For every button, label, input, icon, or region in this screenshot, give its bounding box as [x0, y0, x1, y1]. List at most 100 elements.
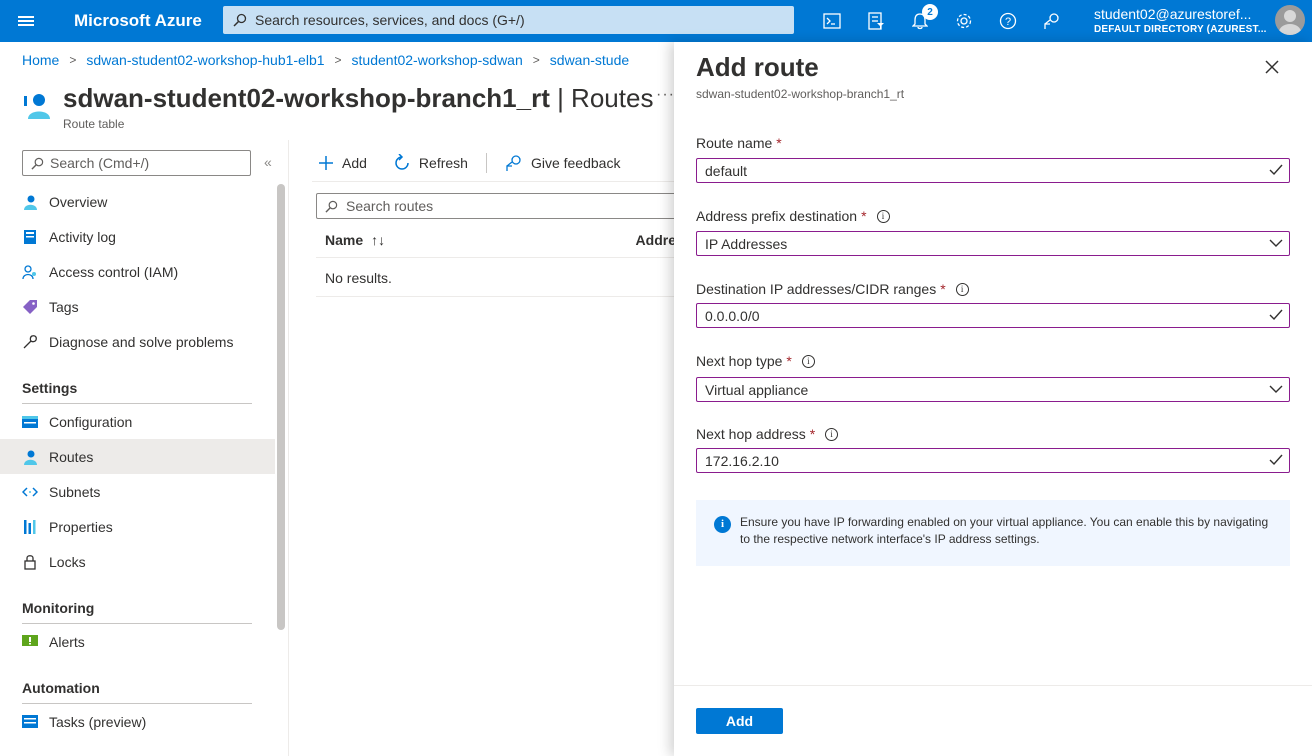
checkmark-icon: [1269, 164, 1283, 176]
prefix-label: Address prefix destination * i: [696, 208, 890, 224]
sidebar-search-input[interactable]: Search (Cmd+/): [22, 150, 251, 176]
sidebar-item-tags[interactable]: Tags: [0, 289, 275, 324]
avatar[interactable]: [1275, 5, 1305, 35]
route-table-icon: [24, 94, 50, 119]
hop-type-label-text: Next hop type: [696, 353, 783, 369]
search-routes-placeholder: Search routes: [346, 198, 434, 214]
sort-icon[interactable]: ↑↓: [371, 232, 385, 248]
prefix-label-text: Address prefix destination: [696, 208, 858, 224]
sidebar-item-alerts[interactable]: Alerts: [0, 624, 275, 659]
global-search-input[interactable]: Search resources, services, and docs (G+…: [223, 6, 794, 34]
feedback-label: Give feedback: [530, 155, 621, 171]
add-button[interactable]: Add: [696, 708, 783, 734]
plus-icon: [319, 156, 333, 170]
feedback-icon[interactable]: [1030, 0, 1074, 42]
route-name-label-text: Route name: [696, 135, 773, 151]
info-icon[interactable]: i: [801, 354, 815, 368]
give-feedback-button[interactable]: Give feedback: [505, 154, 621, 172]
directory-filter-icon[interactable]: [854, 0, 898, 42]
sidebar-scrollbar[interactable]: [277, 184, 285, 630]
more-options-icon[interactable]: ···: [656, 86, 675, 104]
sidebar-divider: [288, 140, 289, 756]
destination-cidr-field[interactable]: 0.0.0.0/0: [696, 303, 1290, 328]
checkmark-icon: [1269, 309, 1283, 321]
chevron-right-icon: >: [532, 53, 540, 67]
panel-footer-divider: [674, 685, 1312, 686]
notification-badge: 2: [922, 4, 938, 20]
sidebar-item-label: Tasks (preview): [49, 713, 147, 730]
route-name-field[interactable]: default: [696, 158, 1290, 183]
required-mark: *: [809, 426, 816, 442]
sidebar-section-settings: Settings: [0, 359, 275, 404]
feedback-icon: [506, 155, 521, 171]
next-hop-type-dropdown[interactable]: Virtual appliance: [696, 377, 1290, 402]
sidebar-item-tasks[interactable]: Tasks (preview): [0, 704, 275, 739]
sidebar-item-label: Diagnose and solve problems: [49, 333, 234, 350]
sidebar-item-label: Properties: [49, 518, 113, 535]
ip-forwarding-info-box: i Ensure you have IP forwarding enabled …: [696, 500, 1290, 566]
command-bar-divider: [312, 181, 674, 182]
search-icon: [233, 13, 247, 27]
prefix-value: IP Addresses: [705, 235, 788, 252]
lock-icon: [22, 554, 38, 570]
wrench-icon: [22, 334, 38, 350]
sidebar-item-label: Alerts: [49, 633, 85, 650]
resource-name: sdwan-student02-workshop-branch1_rt: [63, 83, 550, 113]
route-name-label: Route name *: [696, 135, 782, 151]
brand-title[interactable]: Microsoft Azure: [74, 11, 224, 31]
close-icon[interactable]: [1263, 58, 1281, 76]
sidebar-item-label: Subnets: [49, 483, 101, 500]
configuration-icon: [22, 414, 38, 430]
search-routes-input[interactable]: Search routes: [316, 193, 686, 219]
sidebar-item-label: Access control (IAM): [49, 263, 179, 280]
notifications-icon[interactable]: 2: [898, 0, 942, 42]
column-name-label: Name: [325, 231, 364, 248]
sidebar-item-locks[interactable]: Locks: [0, 544, 275, 579]
chevron-down-icon: [1269, 239, 1283, 247]
account-name: student02@azurestoref...: [1094, 6, 1252, 22]
sidebar-item-label: Activity log: [49, 228, 116, 245]
column-name[interactable]: Name ↑↓: [316, 232, 636, 248]
page-title: sdwan-student02-workshop-branch1_rt | Ro…: [63, 83, 653, 114]
sidebar-item-activity-log[interactable]: Activity log: [0, 219, 275, 254]
settings-gear-icon[interactable]: [942, 0, 986, 42]
breadcrumb-home[interactable]: Home: [22, 52, 59, 68]
command-bar: Add Refresh Give feedback: [318, 150, 646, 176]
add-route-button[interactable]: Add: [318, 155, 367, 171]
refresh-button[interactable]: Refresh: [393, 154, 468, 172]
cidr-label: Destination IP addresses/CIDR ranges * i: [696, 281, 969, 297]
info-icon[interactable]: i: [825, 427, 839, 441]
sidebar-nav: Overview Activity log Access control (IA…: [0, 184, 275, 739]
sidebar-item-diagnose[interactable]: Diagnose and solve problems: [0, 324, 275, 359]
sidebar-item-label: Locks: [49, 553, 86, 570]
address-prefix-dropdown[interactable]: IP Addresses: [696, 231, 1290, 256]
sidebar-item-routes[interactable]: Routes: [0, 439, 275, 474]
breadcrumb-route-table[interactable]: sdwan-stude: [550, 52, 629, 68]
sidebar-item-configuration[interactable]: Configuration: [0, 404, 275, 439]
menu-icon[interactable]: [0, 0, 52, 42]
breadcrumb-hub-elb[interactable]: sdwan-student02-workshop-hub1-elb1: [86, 52, 324, 68]
sidebar-item-label: Overview: [49, 193, 108, 210]
cloud-shell-icon[interactable]: [810, 0, 854, 42]
global-search-placeholder: Search resources, services, and docs (G+…: [255, 12, 525, 28]
account-menu[interactable]: student02@azurestoref... DEFAULT DIRECTO…: [1094, 6, 1267, 35]
info-icon[interactable]: i: [955, 282, 969, 296]
next-hop-address-field[interactable]: 172.16.2.10: [696, 448, 1290, 473]
required-mark: *: [861, 208, 867, 224]
info-icon[interactable]: i: [876, 209, 890, 223]
chevron-down-icon: [1269, 385, 1283, 393]
collapse-sidebar-icon[interactable]: «: [264, 154, 272, 170]
sidebar-item-label: Configuration: [49, 413, 133, 430]
sidebar-item-iam[interactable]: Access control (IAM): [0, 254, 275, 289]
sidebar-item-subnets[interactable]: Subnets: [0, 474, 275, 509]
help-icon[interactable]: ?: [986, 0, 1030, 42]
route-name-value: default: [705, 162, 748, 179]
subnets-icon: [22, 484, 38, 500]
sidebar-item-overview[interactable]: Overview: [0, 184, 275, 219]
sidebar-item-properties[interactable]: Properties: [0, 509, 275, 544]
sidebar-item-label: Routes: [49, 448, 94, 465]
breadcrumb-workshop-sdwan[interactable]: student02-workshop-sdwan: [352, 52, 523, 68]
iam-icon: [22, 264, 38, 280]
breadcrumb: Home > sdwan-student02-workshop-hub1-elb…: [22, 52, 672, 68]
column-address-prefix[interactable]: Addre: [636, 232, 676, 248]
